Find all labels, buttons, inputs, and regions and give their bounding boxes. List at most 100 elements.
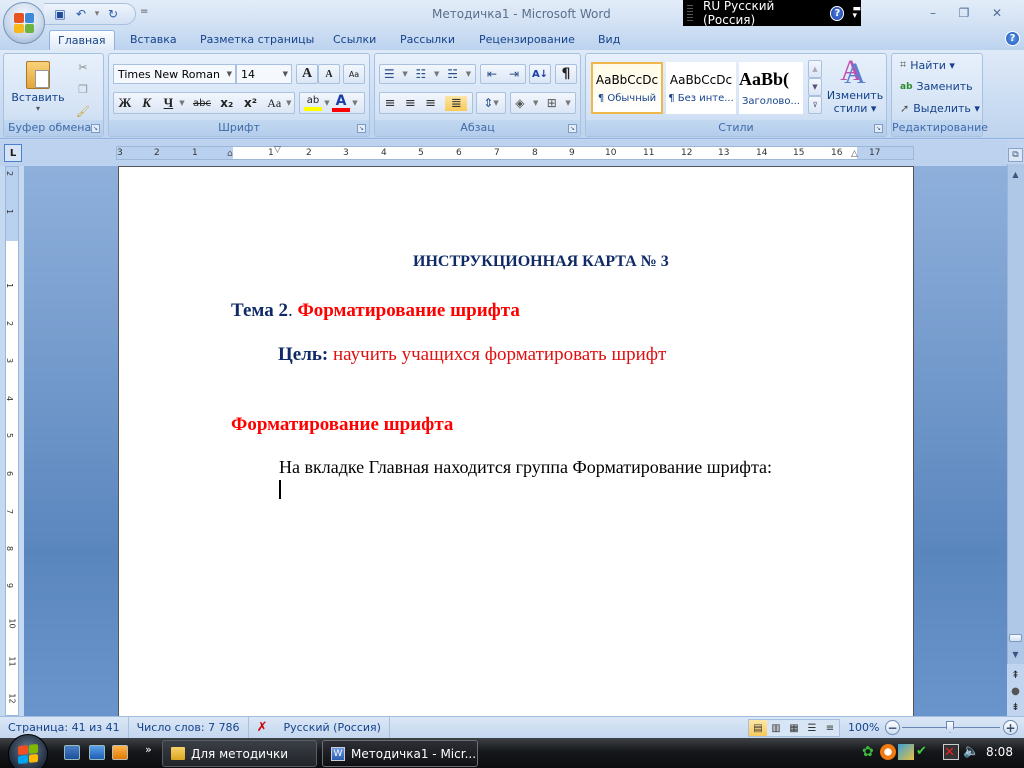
highlight-dropdown-icon[interactable]: ▼ [322, 99, 332, 107]
gallery-more-icon[interactable]: ⊽ [808, 96, 822, 114]
vertical-scrollbar[interactable]: ⧉ ▲ ▼ ⇞ ● ⇟ [1007, 140, 1024, 716]
shading-icon[interactable]: ◈ [515, 96, 524, 110]
font-color-dropdown-icon[interactable]: ▼ [350, 99, 360, 107]
tab-insert[interactable]: Вставка [122, 30, 185, 50]
language-help-icon[interactable]: ? [830, 5, 845, 21]
clear-formatting-button[interactable]: Aa [343, 64, 365, 84]
taskbar-button-word[interactable]: W Методичка1 - Micr... [322, 740, 478, 767]
horizontal-ruler[interactable]: 3 2 1 1 2 3 4 5 6 7 8 9 10 11 12 13 14 1… [116, 145, 914, 160]
web-layout-icon[interactable]: ▦ [785, 720, 803, 736]
format-painter-icon[interactable]: 🖌 [74, 102, 92, 120]
replace-button[interactable]: ab Заменить [900, 80, 973, 93]
next-page-icon[interactable]: ⇟ [1008, 700, 1023, 714]
close-button[interactable]: ✕ [985, 4, 1009, 22]
chevron-down-icon[interactable]: ▼ [227, 70, 232, 78]
left-indent-marker[interactable]: ⌂ [227, 149, 233, 159]
style-no-spacing[interactable]: AaBbCcDc ¶ Без инте... [666, 62, 736, 114]
font-name-combo[interactable]: Times New Roman ▼ [113, 64, 236, 84]
document-page[interactable]: ИНСТРУКЦИОННАЯ КАРТА № 3 Тема 2. Формати… [118, 166, 914, 726]
outline-icon[interactable]: ☰ [803, 720, 821, 736]
first-line-indent-marker[interactable]: ▽ [274, 145, 281, 155]
browse-object-icon[interactable]: ● [1008, 684, 1023, 698]
view-ruler-icon[interactable]: ⧉ [1008, 148, 1023, 162]
change-styles-button[interactable]: A Изменить стили ▾ [826, 56, 884, 118]
switch-windows-icon[interactable] [64, 745, 80, 760]
chevron-down-icon[interactable]: ▼ [434, 70, 439, 78]
dialog-launcher-icon[interactable]: ↘ [91, 124, 100, 133]
borders-icon[interactable]: ⊞ [547, 96, 557, 110]
safe-remove-icon[interactable]: ✔ [916, 744, 932, 760]
zoom-out-button[interactable]: − [885, 720, 900, 735]
chevron-down-icon[interactable]: ▼ [565, 99, 570, 107]
strikethrough-button[interactable]: abc [189, 98, 215, 109]
chevron-down-icon[interactable]: ▼ [466, 70, 471, 78]
language-label[interactable]: RU Русский (Россия) [703, 0, 822, 27]
dialog-launcher-icon[interactable]: ↘ [568, 124, 577, 133]
maximize-button[interactable]: ❐ [952, 4, 976, 22]
more-quicklaunch-icon[interactable]: » [145, 743, 152, 756]
redo-icon[interactable]: ↻ [105, 6, 121, 22]
right-indent-marker[interactable]: △ [851, 149, 858, 159]
cut-icon[interactable]: ✂ [74, 58, 92, 76]
zoom-in-button[interactable]: + [1003, 720, 1018, 735]
language-status[interactable]: Русский (Россия) [275, 716, 390, 739]
zoom-slider-thumb[interactable] [946, 721, 954, 733]
gallery-up-icon[interactable]: ▲ [808, 60, 822, 78]
sort-button[interactable]: А↓ [529, 64, 551, 84]
chevron-down-icon[interactable]: ▼ [283, 70, 288, 78]
scrollbar-track[interactable] [1007, 164, 1024, 664]
save-icon[interactable]: ▣ [52, 6, 68, 22]
start-button[interactable] [8, 734, 48, 768]
draft-icon[interactable]: ≡ [821, 720, 839, 736]
chevron-down-icon[interactable]: ▼ [402, 70, 407, 78]
help-icon[interactable]: ? [1005, 31, 1020, 46]
undo-dropdown-icon[interactable]: ▾ [94, 6, 100, 22]
dialog-launcher-icon[interactable]: ↘ [874, 124, 883, 133]
subscript-button[interactable]: x₂ [215, 96, 239, 110]
superscript-button[interactable]: x² [239, 96, 263, 110]
tab-mailings[interactable]: Рассылки [392, 30, 463, 50]
multilevel-list-icon[interactable]: ☵ [447, 67, 458, 81]
justify-icon[interactable]: ≣ [445, 95, 468, 111]
volume-icon[interactable]: 🔈 [963, 744, 979, 760]
full-screen-reading-icon[interactable]: ▥ [767, 720, 785, 736]
align-left-icon[interactable]: ≡ [385, 96, 396, 111]
language-options-icon[interactable]: ▬ ▾ [852, 5, 861, 21]
tab-review[interactable]: Рецензирование [471, 30, 583, 50]
align-center-icon[interactable]: ≡ [405, 96, 416, 111]
grow-font-button[interactable]: A [296, 64, 318, 84]
zoom-level[interactable]: 100% [848, 721, 879, 734]
network-disconnected-icon[interactable]: ✕ [943, 744, 959, 760]
bullets-icon[interactable]: ☰ [384, 67, 395, 81]
style-heading[interactable]: AaBb( Заголово... [739, 62, 803, 114]
align-right-icon[interactable]: ≡ [425, 96, 436, 111]
tab-home[interactable]: Главная [49, 30, 115, 50]
gallery-down-icon[interactable]: ▼ [808, 78, 822, 96]
tab-view[interactable]: Вид [590, 30, 628, 50]
scrollbar-thumb[interactable] [1009, 634, 1022, 642]
print-layout-icon[interactable]: ▤ [749, 720, 767, 736]
network-monitor-icon[interactable] [898, 744, 914, 760]
line-spacing-button[interactable]: ⇕ ▼ [476, 92, 506, 114]
previous-page-icon[interactable]: ⇞ [1008, 668, 1023, 682]
select-button[interactable]: ➚ Выделить ▾ [900, 102, 980, 115]
underline-dropdown-icon[interactable]: ▼ [179, 99, 189, 107]
bold-button[interactable]: Ж [114, 95, 136, 111]
taskbar-button-folder[interactable]: Для методички [162, 740, 317, 767]
find-button[interactable]: ⌗ Найти ▾ [900, 58, 955, 72]
vertical-ruler[interactable]: 2 1 1 2 3 4 5 6 7 8 9 10 11 12 [5, 166, 19, 716]
word-count[interactable]: Число слов: 7 786 [129, 716, 249, 739]
decrease-indent-icon[interactable]: ⇤ [487, 67, 497, 81]
media-player-icon[interactable] [112, 745, 128, 760]
shrink-font-button[interactable]: A [318, 64, 340, 84]
antivirus-icon[interactable] [880, 744, 896, 760]
copy-icon[interactable]: ❐ [74, 80, 92, 98]
scroll-down-icon[interactable]: ▼ [1008, 647, 1023, 661]
font-color-button[interactable]: A [332, 94, 350, 112]
show-desktop-icon[interactable] [89, 745, 105, 760]
undo-icon[interactable]: ↶ [73, 6, 89, 22]
font-size-combo[interactable]: 14 ▼ [236, 64, 292, 84]
office-button[interactable] [3, 2, 45, 44]
scroll-up-icon[interactable]: ▲ [1008, 167, 1023, 181]
clock[interactable]: 8:08 [986, 745, 1013, 759]
